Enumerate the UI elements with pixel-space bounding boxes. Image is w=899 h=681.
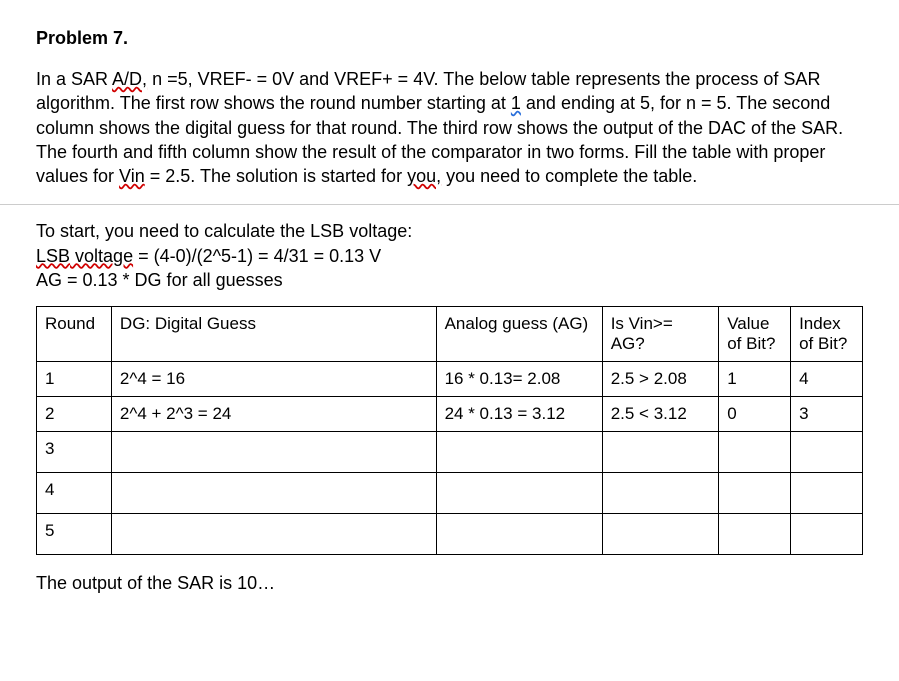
cell-ag <box>436 432 602 473</box>
cell-ag: 16 * 0.13= 2.08 <box>436 362 602 397</box>
problem-title: Problem 7. <box>36 28 863 49</box>
cell-val <box>719 473 791 514</box>
output-line: The output of the SAR is 10… <box>36 573 863 594</box>
text: In a SAR <box>36 69 112 89</box>
text: = (4-0)/(2^5-1) = 4/31 = 0.13 V <box>133 246 381 266</box>
table-row: 3 <box>37 432 863 473</box>
cell-comp <box>602 432 719 473</box>
calc-line-1: To start, you need to calculate the LSB … <box>36 219 863 243</box>
cell-val: 1 <box>719 362 791 397</box>
table-row: 2 2^4 + 2^3 = 24 24 * 0.13 = 3.12 2.5 < … <box>37 397 863 432</box>
header-idx: Index of Bit? <box>791 307 863 362</box>
table-row: 5 <box>37 514 863 555</box>
cell-val <box>719 432 791 473</box>
squiggle-voltage: voltage <box>70 246 133 266</box>
squiggle-you: you, <box>407 166 441 186</box>
header-comp: Is Vin>= AG? <box>602 307 719 362</box>
calculation-block: To start, you need to calculate the LSB … <box>36 219 863 292</box>
cell-dg <box>111 473 436 514</box>
cell-val: 0 <box>719 397 791 432</box>
calc-line-2: LSB voltage = (4-0)/(2^5-1) = 4/31 = 0.1… <box>36 244 863 268</box>
squiggle-one: 1 <box>511 93 521 113</box>
cell-dg <box>111 514 436 555</box>
cell-idx: 3 <box>791 397 863 432</box>
table-header-row: Round DG: Digital Guess Analog guess (AG… <box>37 307 863 362</box>
header-dg: DG: Digital Guess <box>111 307 436 362</box>
cell-comp <box>602 514 719 555</box>
cell-dg: 2^4 + 2^3 = 24 <box>111 397 436 432</box>
cell-ag: 24 * 0.13 = 3.12 <box>436 397 602 432</box>
cell-round: 4 <box>37 473 112 514</box>
cell-ag <box>436 514 602 555</box>
header-val: Value of Bit? <box>719 307 791 362</box>
table-row: 1 2^4 = 16 16 * 0.13= 2.08 2.5 > 2.08 1 … <box>37 362 863 397</box>
header-round: Round <box>37 307 112 362</box>
calc-line-3: AG = 0.13 * DG for all guesses <box>36 268 863 292</box>
table-row: 4 <box>37 473 863 514</box>
header-ag: Analog guess (AG) <box>436 307 602 362</box>
cell-idx <box>791 514 863 555</box>
squiggle-ad: A/D, <box>112 69 147 89</box>
cell-val <box>719 514 791 555</box>
section-divider <box>0 204 899 205</box>
problem-description: In a SAR A/D, n =5, VREF- = 0V and VREF+… <box>36 67 863 188</box>
cell-dg <box>111 432 436 473</box>
cell-comp: 2.5 > 2.08 <box>602 362 719 397</box>
cell-idx: 4 <box>791 362 863 397</box>
cell-ag <box>436 473 602 514</box>
cell-idx <box>791 432 863 473</box>
squiggle-vin: Vin <box>119 166 145 186</box>
text: you need to complete the table. <box>441 166 697 186</box>
problem-page: Problem 7. In a SAR A/D, n =5, VREF- = 0… <box>0 0 899 614</box>
text: = 2.5. The solution is started for <box>145 166 407 186</box>
cell-idx <box>791 473 863 514</box>
cell-comp: 2.5 < 3.12 <box>602 397 719 432</box>
cell-round: 3 <box>37 432 112 473</box>
cell-round: 1 <box>37 362 112 397</box>
cell-comp <box>602 473 719 514</box>
sar-table: Round DG: Digital Guess Analog guess (AG… <box>36 306 863 555</box>
squiggle-lsb: LSB <box>36 246 70 266</box>
cell-round: 2 <box>37 397 112 432</box>
cell-round: 5 <box>37 514 112 555</box>
cell-dg: 2^4 = 16 <box>111 362 436 397</box>
